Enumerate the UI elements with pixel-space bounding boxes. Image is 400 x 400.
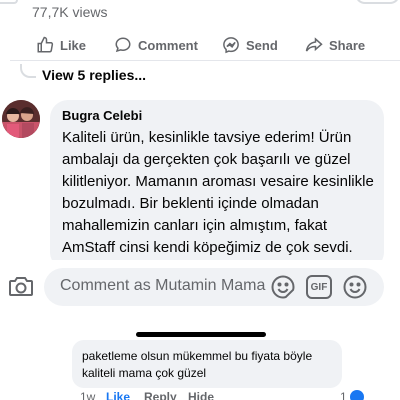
emoji-icon[interactable] — [342, 274, 368, 300]
reply-hide-link[interactable]: Hide — [188, 390, 214, 400]
share-button[interactable]: Share — [305, 34, 365, 56]
post-action-bar: Like Comment Send Share — [0, 30, 400, 60]
comment-input[interactable]: Comment as Mutamin Mama GIF — [44, 268, 384, 306]
comment-composer: Comment as Mutamin Mama GIF — [0, 260, 400, 310]
camera-icon[interactable] — [8, 274, 34, 298]
reply-like-link[interactable]: Like — [106, 390, 130, 400]
share-label: Share — [329, 37, 366, 53]
share-arrow-icon — [305, 37, 323, 52]
reply-reply-link[interactable]: Reply — [144, 390, 177, 400]
comment-text: Kaliteli ürün, kesinlikle tavsiye ederim… — [62, 129, 374, 256]
avatar[interactable] — [2, 100, 40, 138]
thread-corner-line — [0, 0, 18, 4]
reply-like-count: 1 — [340, 390, 347, 400]
reply-time: 1w — [80, 390, 96, 400]
thumbs-up-icon — [37, 36, 54, 53]
send-label: Send — [246, 37, 278, 53]
comment-bubble: Bugra Celebi Kaliteli ürün, kesinlikle t… — [50, 100, 384, 270]
gif-label: GIF — [310, 281, 328, 293]
send-button[interactable]: Send — [222, 34, 278, 56]
comment-author[interactable]: Bugra Celebi — [62, 108, 374, 123]
view-count: 77,7K views — [32, 4, 108, 20]
comment-label: Comment — [138, 37, 198, 53]
divider — [10, 60, 400, 61]
reply-meta: 1w Like Reply Hide 1 — [80, 390, 400, 400]
comment-button[interactable]: Comment — [114, 34, 198, 56]
like-reaction-icon — [350, 390, 364, 400]
reply-bubble: paketleme olsun mükemmel bu fiyata böyle… — [72, 340, 342, 388]
gif-icon[interactable]: GIF — [306, 275, 332, 299]
avatar-photo — [2, 100, 40, 138]
post-header-partial: 77,7K views — [0, 0, 400, 24]
partial-box-edge — [355, 0, 400, 4]
like-label: Like — [60, 37, 87, 53]
messenger-icon — [223, 37, 239, 54]
thread-line — [20, 64, 36, 78]
home-indicator — [136, 332, 266, 337]
speech-bubble-icon — [115, 37, 131, 53]
like-button[interactable]: Like — [36, 34, 86, 56]
sticker-icon[interactable] — [270, 274, 296, 300]
reply-text: paketleme olsun mükemmel bu fiyata böyle… — [82, 349, 313, 380]
view-replies-link[interactable]: View 5 replies... — [42, 67, 146, 83]
comment-input-placeholder: Comment as Mutamin Mama — [60, 277, 266, 294]
